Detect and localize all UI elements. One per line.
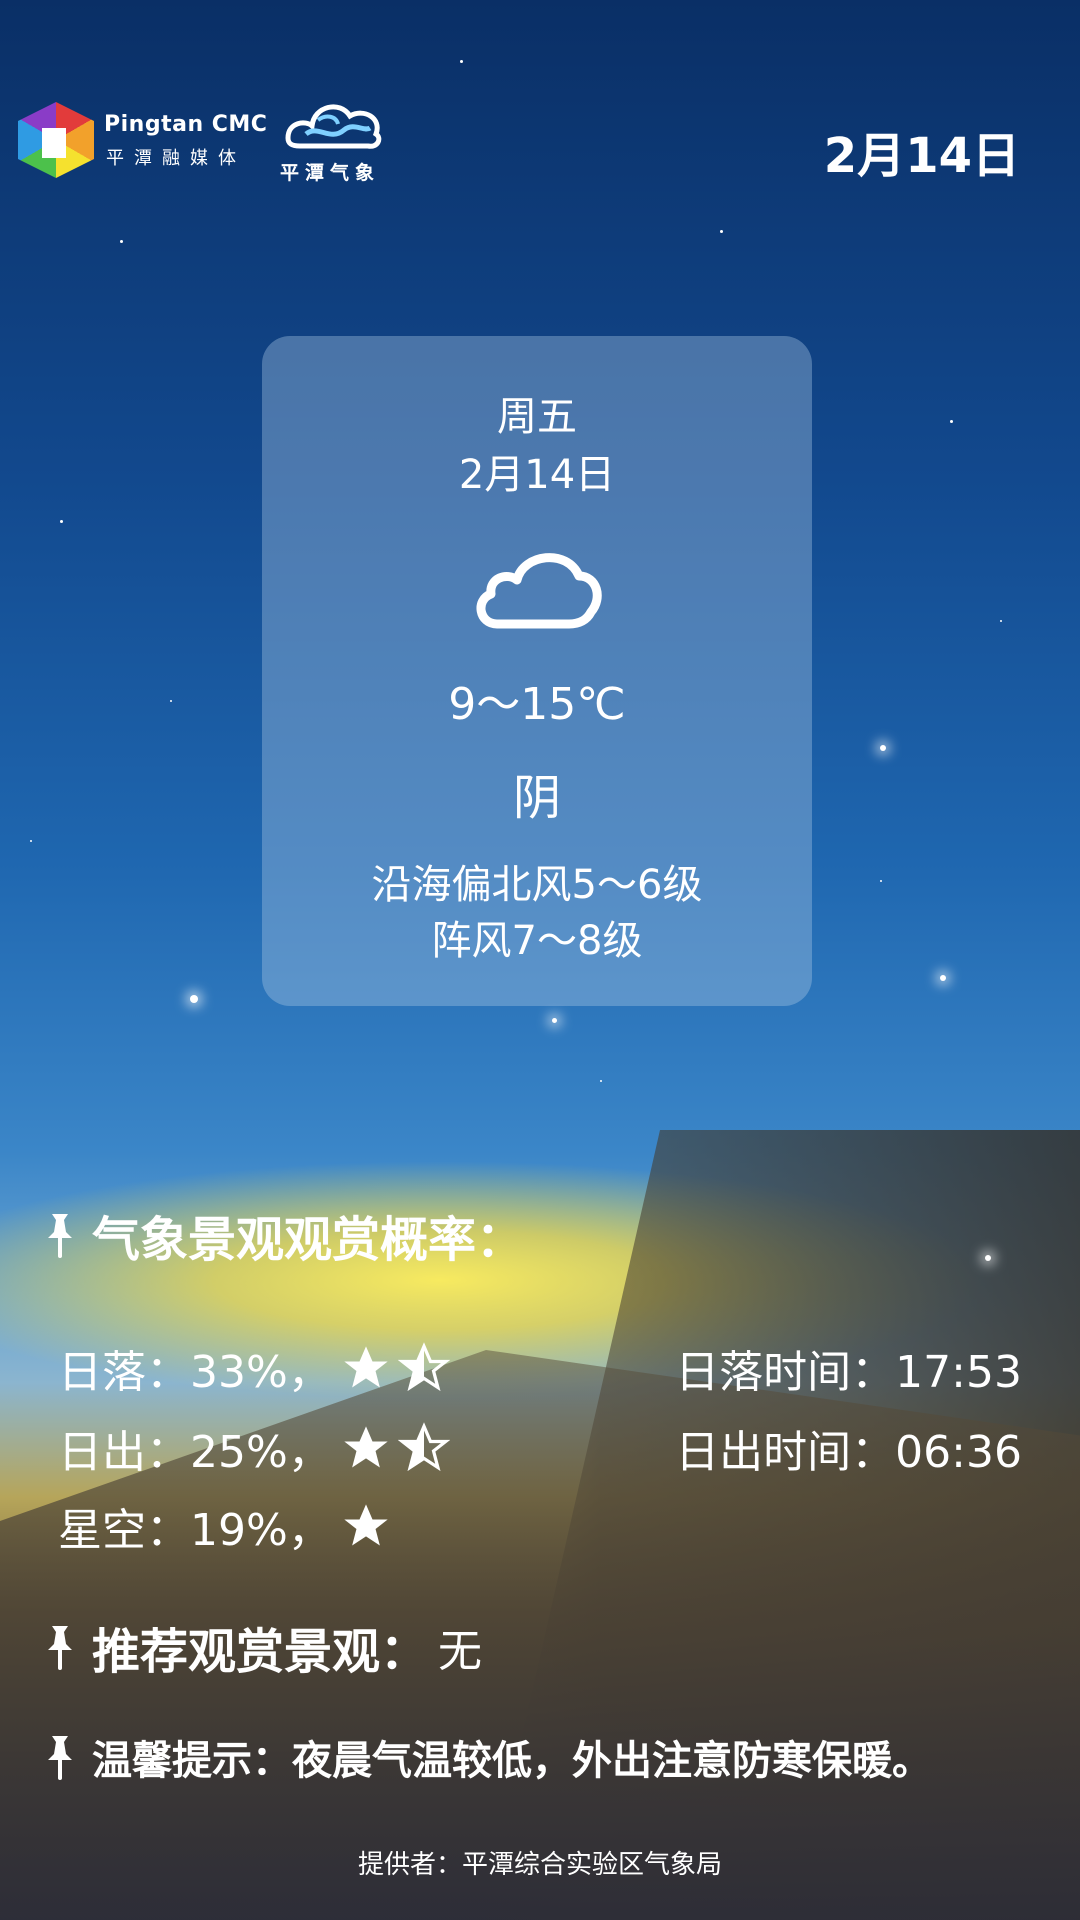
star-decoration [985, 1255, 991, 1261]
weather-logo-text: 平潭气象 [280, 162, 381, 184]
starry-sky-probability-label: 星空：19%， [58, 1505, 332, 1556]
pingtan-cmc-logo [16, 98, 96, 184]
star-decoration [460, 60, 463, 63]
recommend-title: 推荐观赏景观： [92, 1624, 429, 1680]
forecast-temperature: 9～15℃ [448, 679, 626, 730]
starry-sky-rating [340, 1500, 392, 1552]
scenery-section-title: 气象景观观赏概率： [38, 1200, 524, 1270]
tip-section: 温馨提示：夜晨气温较低，外出注意防寒保暖。 [38, 1728, 932, 1786]
star-decoration [60, 520, 63, 523]
star-half-icon [397, 1342, 450, 1392]
star-half-icon [397, 1422, 450, 1472]
sunset-probability-row: 日落：33%， [58, 1336, 450, 1400]
sunrise-probability-row: 日出：25%， [58, 1416, 450, 1480]
star-decoration [30, 840, 32, 842]
star-decoration [940, 975, 946, 981]
forecast-weekday: 周五 [497, 394, 577, 440]
star-decoration [552, 1018, 557, 1023]
forecast-wind: 沿海偏北风5～6级 [371, 862, 703, 908]
star-decoration [600, 1080, 602, 1082]
sunset-probability-label: 日落：33%， [58, 1347, 332, 1398]
star-decoration [880, 880, 882, 882]
star-decoration [170, 700, 172, 702]
star-decoration [880, 745, 886, 751]
brand-name-en: Pingtan CMC [104, 112, 268, 137]
header-date: 2月14日 [823, 128, 1020, 184]
star-decoration [120, 240, 123, 243]
tip-text: 温馨提示：夜晨气温较低，外出注意防寒保暖。 [92, 1738, 932, 1784]
pushpin-icon [48, 1736, 72, 1780]
pushpin-icon [48, 1626, 72, 1670]
star-decoration [1000, 620, 1002, 622]
starry-sky-probability-row: 星空：19%， [58, 1494, 392, 1558]
cloud-icon [476, 553, 602, 629]
forecast-date: 2月14日 [458, 452, 616, 498]
sunrise-rating [340, 1422, 450, 1474]
forecast-condition: 阴 [512, 770, 561, 826]
star-decoration [190, 995, 198, 1003]
sunrise-time: 日出时间：06:36 [675, 1427, 1022, 1478]
forecast-card: 周五 2月14日 9～15℃ 阴 沿海偏北风5～6级 阵风7～8级 [262, 336, 812, 1006]
star-decoration [950, 420, 953, 423]
forecast-gust: 阵风7～8级 [431, 918, 643, 964]
brand-name-cn: 平潭融媒体 [106, 148, 246, 169]
sunrise-probability-label: 日出：25%， [58, 1427, 332, 1478]
sunset-rating [340, 1342, 450, 1394]
footer-provider: 提供者：平潭综合实验区气象局 [357, 1850, 722, 1880]
star-full-icon [344, 1346, 388, 1388]
star-full-icon [344, 1504, 388, 1546]
star-decoration [720, 230, 723, 233]
sunset-time: 日落时间：17:53 [675, 1347, 1022, 1398]
recommend-section: 推荐观赏景观： 无 [38, 1612, 482, 1682]
weather-bureau-logo-icon [285, 104, 382, 149]
recommend-value: 无 [438, 1626, 483, 1677]
star-full-icon [344, 1426, 388, 1468]
scenery-title-text: 气象景观观赏概率： [92, 1212, 525, 1268]
pushpin-icon [48, 1214, 72, 1258]
